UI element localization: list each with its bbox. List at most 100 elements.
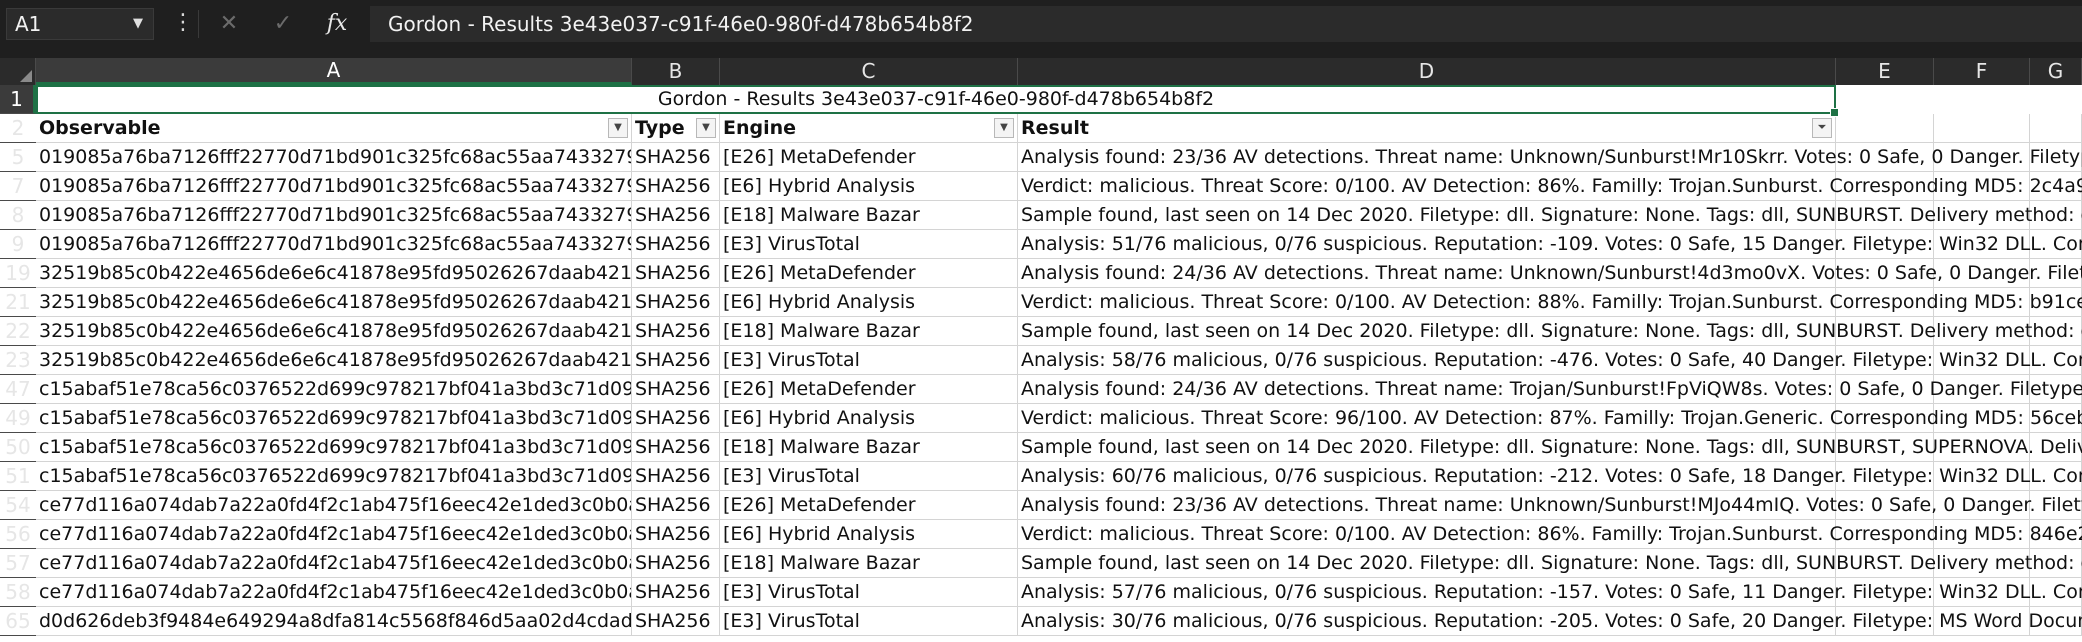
type-cell[interactable]: SHA256 (632, 172, 720, 201)
fill-handle[interactable] (1830, 108, 1839, 117)
observable-cell[interactable]: 019085a76ba7126fff22770d71bd901c325fc68a… (36, 201, 632, 230)
row-header[interactable]: 65 (0, 607, 36, 636)
engine-cell[interactable]: [E26] MetaDefender (720, 491, 1018, 520)
result-cell[interactable]: Analysis: 57/76 malicious, 0/76 suspicio… (1018, 578, 2082, 607)
engine-cell[interactable]: [E18] Malware Bazar (720, 549, 1018, 578)
observable-cell[interactable]: 32519b85c0b422e4656de6e6c41878e95fd95026… (36, 346, 632, 375)
result-cell[interactable]: Sample found, last seen on 14 Dec 2020. … (1018, 317, 2082, 346)
row-header[interactable]: 5 (0, 143, 36, 172)
result-cell[interactable]: Analysis found: 23/36 AV detections. Thr… (1018, 143, 2082, 172)
engine-cell[interactable]: [E3] VirusTotal (720, 607, 1018, 636)
cell[interactable] (1934, 114, 2030, 143)
row-header[interactable]: 22 (0, 317, 36, 346)
type-cell[interactable]: SHA256 (632, 375, 720, 404)
result-cell[interactable]: Analysis found: 24/36 AV detections. Thr… (1018, 259, 2082, 288)
engine-cell[interactable]: [E3] VirusTotal (720, 462, 1018, 491)
type-cell[interactable]: SHA256 (632, 578, 720, 607)
type-cell[interactable]: SHA256 (632, 201, 720, 230)
name-box[interactable]: A1 ▼ (6, 8, 154, 40)
type-cell[interactable]: SHA256 (632, 491, 720, 520)
result-cell[interactable]: Analysis: 30/76 malicious, 0/76 suspicio… (1018, 607, 2082, 636)
observable-cell[interactable]: ce77d116a074dab7a22a0fd4f2c1ab475f16eec4… (36, 491, 632, 520)
engine-cell[interactable]: [E6] Hybrid Analysis (720, 172, 1018, 201)
row-header[interactable]: 49 (0, 404, 36, 433)
column-header-f[interactable]: F (1934, 58, 2030, 85)
engine-cell[interactable]: [E26] MetaDefender (720, 259, 1018, 288)
result-cell[interactable]: Analysis found: 24/36 AV detections. Thr… (1018, 375, 2082, 404)
filter-dropdown-icon[interactable]: ▼ (696, 118, 716, 138)
type-cell[interactable]: SHA256 (632, 462, 720, 491)
engine-cell[interactable]: [E3] VirusTotal (720, 578, 1018, 607)
result-cell[interactable]: Sample found, last seen on 14 Dec 2020. … (1018, 549, 2082, 578)
header-result[interactable]: Result ⏷ (1018, 114, 1836, 143)
formula-input[interactable]: Gordon - Results 3e43e037-c91f-46e0-980f… (370, 6, 2082, 42)
column-header-c[interactable]: C (720, 58, 1018, 85)
row-header[interactable]: 58 (0, 578, 36, 607)
result-cell[interactable]: Verdict: malicious. Threat Score: 0/100.… (1018, 288, 2082, 317)
observable-cell[interactable]: 019085a76ba7126fff22770d71bd901c325fc68a… (36, 230, 632, 259)
header-observable[interactable]: Observable ▼ (36, 114, 632, 143)
title-cell[interactable]: Gordon - Results 3e43e037-c91f-46e0-980f… (36, 85, 1839, 117)
observable-cell[interactable]: d0d626deb3f9484e649294a8dfa814c5568f846d… (36, 607, 632, 636)
observable-cell[interactable]: c15abaf51e78ca56c0376522d699c978217bf041… (36, 433, 632, 462)
observable-cell[interactable]: c15abaf51e78ca56c0376522d699c978217bf041… (36, 375, 632, 404)
result-cell[interactable]: Analysis: 60/76 malicious, 0/76 suspicio… (1018, 462, 2082, 491)
more-options-icon[interactable]: ⋮ (172, 8, 194, 40)
result-cell[interactable]: Analysis: 51/76 malicious, 0/76 suspicio… (1018, 230, 2082, 259)
row-header[interactable]: 54 (0, 491, 36, 520)
column-header-d[interactable]: D (1018, 58, 1836, 85)
observable-cell[interactable]: 019085a76ba7126fff22770d71bd901c325fc68a… (36, 172, 632, 201)
row-header[interactable]: 9 (0, 230, 36, 259)
type-cell[interactable]: SHA256 (632, 317, 720, 346)
type-cell[interactable]: SHA256 (632, 433, 720, 462)
filter-dropdown-icon[interactable]: ▼ (994, 118, 1014, 138)
result-cell[interactable]: Verdict: malicious. Threat Score: 0/100.… (1018, 520, 2082, 549)
type-cell[interactable]: SHA256 (632, 520, 720, 549)
filter-dropdown-icon[interactable]: ▼ (608, 118, 628, 138)
type-cell[interactable]: SHA256 (632, 404, 720, 433)
type-cell[interactable]: SHA256 (632, 230, 720, 259)
row-header[interactable]: 1 (0, 85, 36, 114)
observable-cell[interactable]: ce77d116a074dab7a22a0fd4f2c1ab475f16eec4… (36, 549, 632, 578)
header-engine[interactable]: Engine ▼ (720, 114, 1018, 143)
engine-cell[interactable]: [E3] VirusTotal (720, 346, 1018, 375)
row-header[interactable]: 23 (0, 346, 36, 375)
result-cell[interactable]: Sample found, last seen on 14 Dec 2020. … (1018, 433, 2082, 462)
row-header[interactable]: 50 (0, 433, 36, 462)
row-header[interactable]: 8 (0, 201, 36, 230)
type-cell[interactable]: SHA256 (632, 259, 720, 288)
engine-cell[interactable]: [E6] Hybrid Analysis (720, 520, 1018, 549)
row-header[interactable]: 51 (0, 462, 36, 491)
chevron-down-icon[interactable]: ▼ (133, 9, 143, 39)
column-header-e[interactable]: E (1836, 58, 1934, 85)
enter-icon[interactable]: ✓ (266, 8, 300, 40)
engine-cell[interactable]: [E3] VirusTotal (720, 230, 1018, 259)
observable-cell[interactable]: 32519b85c0b422e4656de6e6c41878e95fd95026… (36, 317, 632, 346)
type-cell[interactable]: SHA256 (632, 607, 720, 636)
engine-cell[interactable]: [E6] Hybrid Analysis (720, 288, 1018, 317)
row-header[interactable]: 47 (0, 375, 36, 404)
observable-cell[interactable]: ce77d116a074dab7a22a0fd4f2c1ab475f16eec4… (36, 520, 632, 549)
row-header[interactable]: 56 (0, 520, 36, 549)
engine-cell[interactable]: [E18] Malware Bazar (720, 317, 1018, 346)
type-cell[interactable]: SHA256 (632, 346, 720, 375)
row-header[interactable]: 2 (0, 114, 36, 143)
engine-cell[interactable]: [E6] Hybrid Analysis (720, 404, 1018, 433)
filter-active-icon[interactable]: ⏷ (1812, 118, 1832, 138)
cell[interactable] (2030, 114, 2082, 143)
observable-cell[interactable]: 32519b85c0b422e4656de6e6c41878e95fd95026… (36, 288, 632, 317)
result-cell[interactable]: Analysis found: 23/36 AV detections. Thr… (1018, 491, 2082, 520)
engine-cell[interactable]: [E26] MetaDefender (720, 143, 1018, 172)
engine-cell[interactable]: [E18] Malware Bazar (720, 433, 1018, 462)
header-type[interactable]: Type ▼ (632, 114, 720, 143)
observable-cell[interactable]: c15abaf51e78ca56c0376522d699c978217bf041… (36, 404, 632, 433)
observable-cell[interactable]: ce77d116a074dab7a22a0fd4f2c1ab475f16eec4… (36, 578, 632, 607)
result-cell[interactable]: Verdict: malicious. Threat Score: 0/100.… (1018, 172, 2082, 201)
cell[interactable] (1836, 114, 1934, 143)
insert-function-icon[interactable]: fx (320, 8, 354, 40)
engine-cell[interactable]: [E18] Malware Bazar (720, 201, 1018, 230)
type-cell[interactable]: SHA256 (632, 549, 720, 578)
engine-cell[interactable]: [E26] MetaDefender (720, 375, 1018, 404)
result-cell[interactable]: Verdict: malicious. Threat Score: 96/100… (1018, 404, 2082, 433)
row-header[interactable]: 7 (0, 172, 36, 201)
